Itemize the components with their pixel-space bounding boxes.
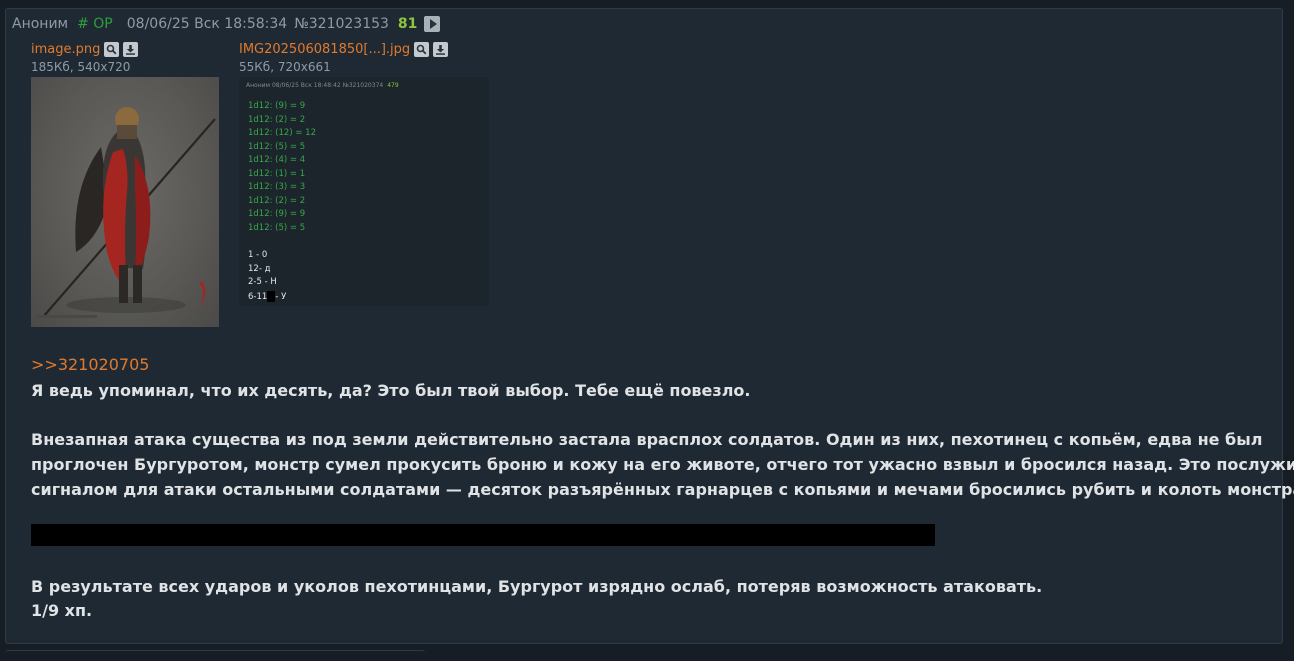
image-thumbnail[interactable]: Аноним 08/06/25 Вск 18:48:42 №321020374 4… xyxy=(239,77,489,306)
file-meta: 185Кб, 540x720 xyxy=(31,60,131,74)
message-line: проглочен Бургуротом, монстр сумел проку… xyxy=(31,455,1294,474)
file-1: image.png 185Кб, 540x720 xyxy=(31,41,139,74)
dice-roll: 1d12: (12) = 12 xyxy=(248,128,316,138)
image-thumbnail[interactable] xyxy=(31,77,219,327)
dice-roll: 1d12: (3) = 3 xyxy=(248,182,306,192)
download-icon[interactable] xyxy=(123,41,139,57)
file-meta: 55Кб, 720x661 xyxy=(239,60,331,74)
message-line: Я ведь упоминал, что их десять, да? Это … xyxy=(31,381,751,400)
message-line: Внезапная атака существа из под земли де… xyxy=(31,430,1263,449)
dice-result: 1 - 0 xyxy=(248,250,268,260)
file-name[interactable]: IMG202506081850[...].jpg xyxy=(239,42,410,57)
next-post-edge xyxy=(5,650,425,661)
post-author: Аноним xyxy=(12,16,69,32)
dice-roll: 1d12: (4) = 4 xyxy=(248,155,306,165)
dice-roll: 1d12: (9) = 9 xyxy=(248,209,306,219)
reply-link[interactable]: >>321020705 xyxy=(31,355,149,374)
search-icon[interactable] xyxy=(414,41,430,57)
message-line: сигналом для атаки остальными солдатами … xyxy=(31,480,1294,499)
spoiler-block[interactable] xyxy=(31,524,935,546)
file-2: IMG202506081850[...].jpg 55Кб, 720x661 xyxy=(239,41,449,74)
dice-result: 12- д xyxy=(248,264,271,274)
post: Аноним # OP 08/06/25 Вск 18:58:34 №32102… xyxy=(5,8,1294,644)
post-header: Аноним # OP 08/06/25 Вск 18:58:34 №32102… xyxy=(12,14,441,34)
download-icon[interactable] xyxy=(433,41,449,57)
dice-roll: 1d12: (5) = 5 xyxy=(248,142,306,152)
post-count: 81 xyxy=(397,16,418,32)
dice-roll: 1d12: (5) = 5 xyxy=(248,223,306,233)
dice-roll: 1d12: (2) = 2 xyxy=(248,115,306,125)
dice-roll: 1d12: (2) = 2 xyxy=(248,196,306,206)
post-date: 08/06/25 Вск 18:58:34 xyxy=(126,16,288,32)
thumbnail-header: Аноним 08/06/25 Вск 18:48:42 №321020374 4… xyxy=(246,82,399,89)
post-number[interactable]: №321023153 xyxy=(294,16,389,32)
dice-result: 6-11- У xyxy=(248,291,287,302)
play-icon[interactable] xyxy=(424,16,441,32)
message-line: В результате всех ударов и уколов пехоти… xyxy=(31,577,1043,596)
dice-result: 2-5 - Н xyxy=(248,277,277,287)
dice-roll: 1d12: (9) = 9 xyxy=(248,101,306,111)
dice-roll: 1d12: (1) = 1 xyxy=(248,169,306,179)
file-name[interactable]: image.png xyxy=(31,42,100,57)
message-line: 1/9 хп. xyxy=(31,601,93,620)
search-icon[interactable] xyxy=(104,41,120,57)
op-tag: # OP xyxy=(77,16,113,32)
